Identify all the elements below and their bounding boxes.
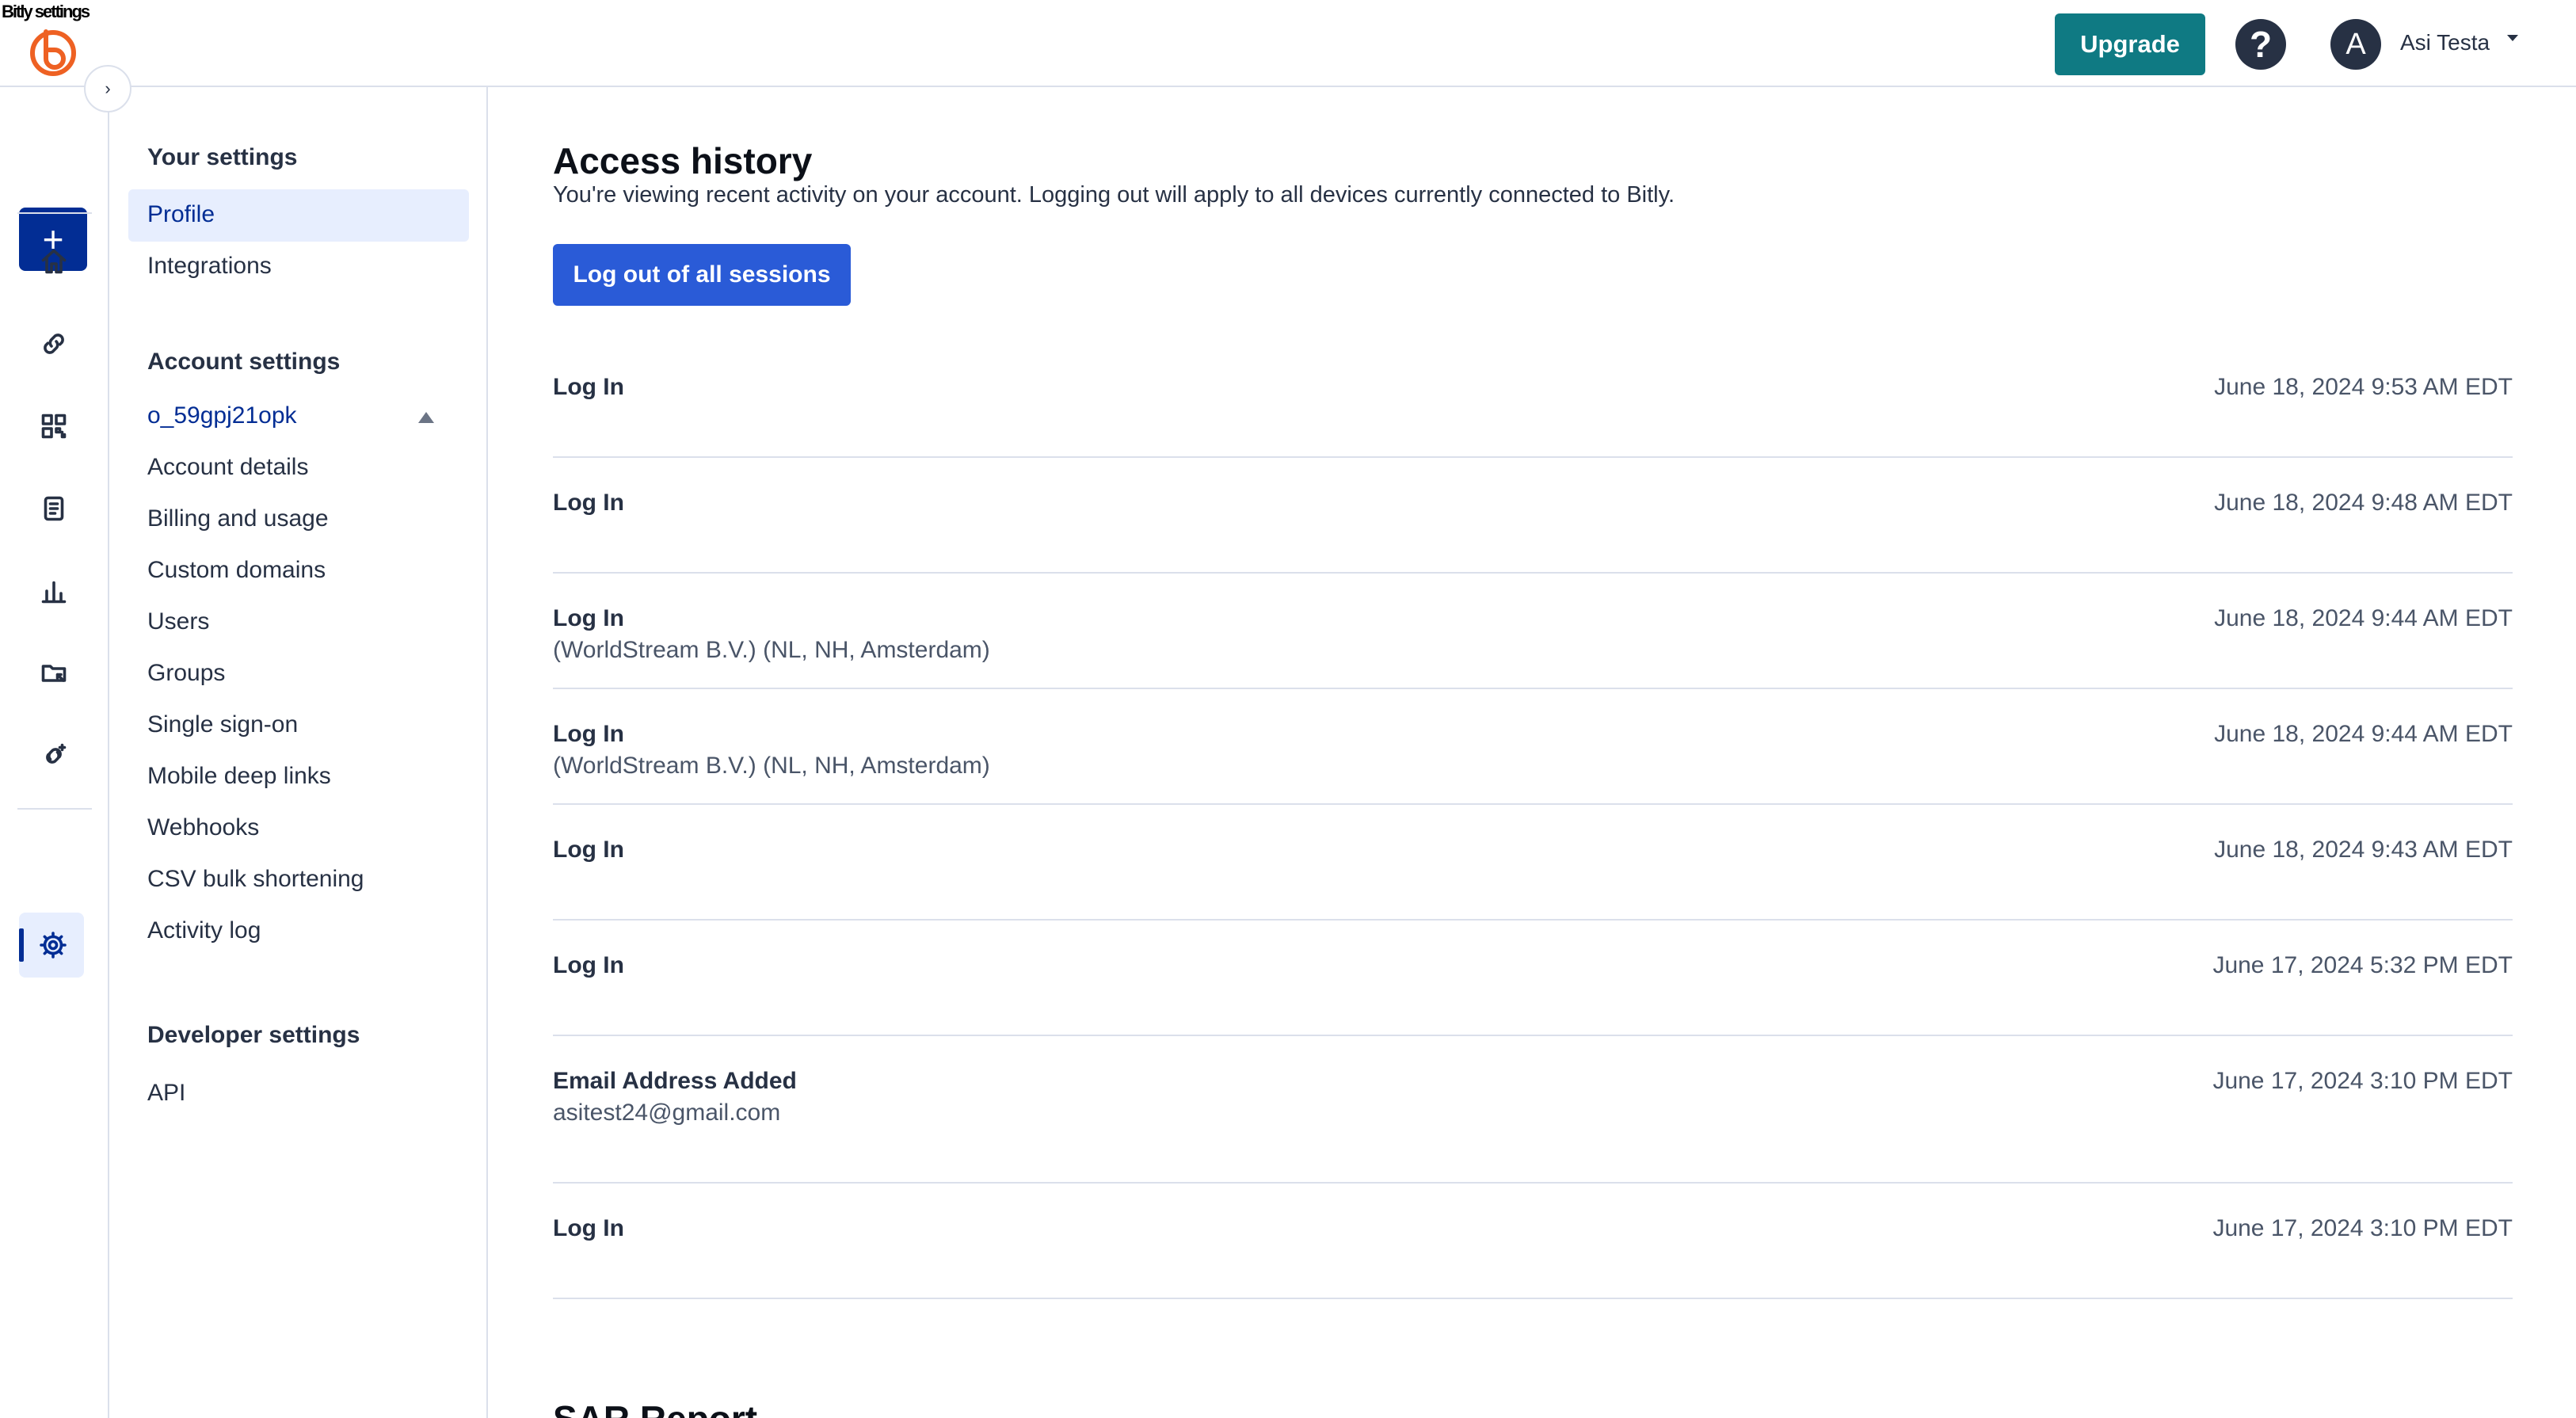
event-name: Log In xyxy=(553,721,624,747)
history-row: Log In (WorldStream B.V.) (NL, NH, Amste… xyxy=(553,689,2513,805)
history-row: Log In (WorldStream B.V.) (NL, NH, Amste… xyxy=(553,574,2513,689)
nav-item-webhooks[interactable]: Webhooks xyxy=(147,814,259,841)
nav-item-integrations[interactable]: Integrations xyxy=(147,253,272,280)
logout-all-sessions-button[interactable]: Log out of all sessions xyxy=(553,244,851,306)
developer-settings-heading: Developer settings xyxy=(147,1022,360,1048)
event-date: June 17, 2024 3:10 PM EDT xyxy=(2212,1068,2513,1094)
settings-icon[interactable] xyxy=(34,926,72,964)
event-date: June 18, 2024 9:53 AM EDT xyxy=(2214,374,2513,400)
event-date: June 18, 2024 9:43 AM EDT xyxy=(2214,837,2513,863)
link-icon[interactable] xyxy=(35,325,73,363)
event-name: Log In xyxy=(553,490,624,516)
help-icon[interactable]: ? xyxy=(2235,19,2286,70)
event-date: June 18, 2024 9:48 AM EDT xyxy=(2214,490,2513,516)
settings-nav: Your settings Profile Integrations Accou… xyxy=(111,87,488,1418)
event-name: Log In xyxy=(553,952,624,978)
account-settings-heading: Account settings xyxy=(147,349,341,375)
upgrade-button[interactable]: Upgrade xyxy=(2055,13,2205,75)
nav-item-profile[interactable]: Profile xyxy=(147,201,215,228)
event-name: Email Address Added xyxy=(553,1068,797,1094)
page-description: You're viewing recent activity on your a… xyxy=(553,182,1675,208)
event-date: June 17, 2024 5:32 PM EDT xyxy=(2212,952,2513,978)
nav-item-users[interactable]: Users xyxy=(147,608,209,635)
nav-item-sso[interactable]: Single sign-on xyxy=(147,711,298,738)
nav-item-account-details[interactable]: Account details xyxy=(147,454,308,481)
chevron-up-icon[interactable] xyxy=(418,412,434,423)
page-title: Access history xyxy=(553,140,813,181)
qr-code-icon[interactable] xyxy=(35,407,73,445)
nav-item-mobile-deep-links[interactable]: Mobile deep links xyxy=(147,763,331,790)
your-settings-heading: Your settings xyxy=(147,144,298,170)
event-detail: (WorldStream B.V.) (NL, NH, Amsterdam) xyxy=(553,753,990,779)
history-row: Log In June 18, 2024 9:48 AM EDT xyxy=(553,458,2513,574)
icon-rail: + xyxy=(0,87,109,1418)
campaigns-icon[interactable] xyxy=(35,654,73,692)
home-icon[interactable] xyxy=(35,242,73,280)
analytics-icon[interactable] xyxy=(35,572,73,610)
nav-item-csv-bulk[interactable]: CSV bulk shortening xyxy=(147,866,364,893)
history-row: Log In June 18, 2024 9:43 AM EDT xyxy=(553,805,2513,921)
overlay-text: Bitly settings xyxy=(2,2,90,21)
access-history-list: Log In June 18, 2024 9:53 AM EDT Log In … xyxy=(553,342,2513,1299)
event-detail: (WorldStream B.V.) (NL, NH, Amsterdam) xyxy=(553,637,990,663)
nav-item-activity-log[interactable]: Activity log xyxy=(147,917,261,944)
nav-item-groups[interactable]: Groups xyxy=(147,660,225,687)
rail-divider xyxy=(17,808,92,810)
top-bar: Bitly settings Upgrade ? A Asi Testa xyxy=(0,0,2576,87)
history-row: Log In June 17, 2024 3:10 PM EDT xyxy=(553,1184,2513,1299)
event-detail: asitest24@gmail.com xyxy=(553,1100,781,1126)
nav-item-api[interactable]: API xyxy=(147,1080,185,1107)
bitly-logo-icon[interactable] xyxy=(27,25,79,78)
collapse-sidebar-button[interactable]: › xyxy=(84,65,131,112)
rail-divider xyxy=(17,212,92,214)
org-selector[interactable]: o_59gpj21opk xyxy=(147,402,297,429)
chevron-down-icon[interactable] xyxy=(2507,35,2518,41)
event-name: Log In xyxy=(553,605,624,631)
event-name: Log In xyxy=(553,1215,624,1241)
nav-item-custom-domains[interactable]: Custom domains xyxy=(147,557,326,584)
history-row: Log In June 18, 2024 9:53 AM EDT xyxy=(553,342,2513,458)
pages-icon[interactable] xyxy=(35,490,73,528)
history-row: Email Address Added asitest24@gmail.com … xyxy=(553,1036,2513,1184)
history-row: Log In June 17, 2024 5:32 PM EDT xyxy=(553,921,2513,1036)
active-indicator xyxy=(19,928,24,962)
event-name: Log In xyxy=(553,374,624,400)
avatar[interactable]: A xyxy=(2330,19,2381,70)
event-date: June 18, 2024 9:44 AM EDT xyxy=(2214,721,2513,747)
event-name: Log In xyxy=(553,837,624,863)
nav-item-billing[interactable]: Billing and usage xyxy=(147,505,329,532)
event-date: June 18, 2024 9:44 AM EDT xyxy=(2214,605,2513,631)
event-date: June 17, 2024 3:10 PM EDT xyxy=(2212,1215,2513,1241)
custom-links-icon[interactable] xyxy=(35,737,73,775)
user-name[interactable]: Asi Testa xyxy=(2400,30,2490,55)
sar-report-title: SAR Report xyxy=(553,1397,757,1418)
